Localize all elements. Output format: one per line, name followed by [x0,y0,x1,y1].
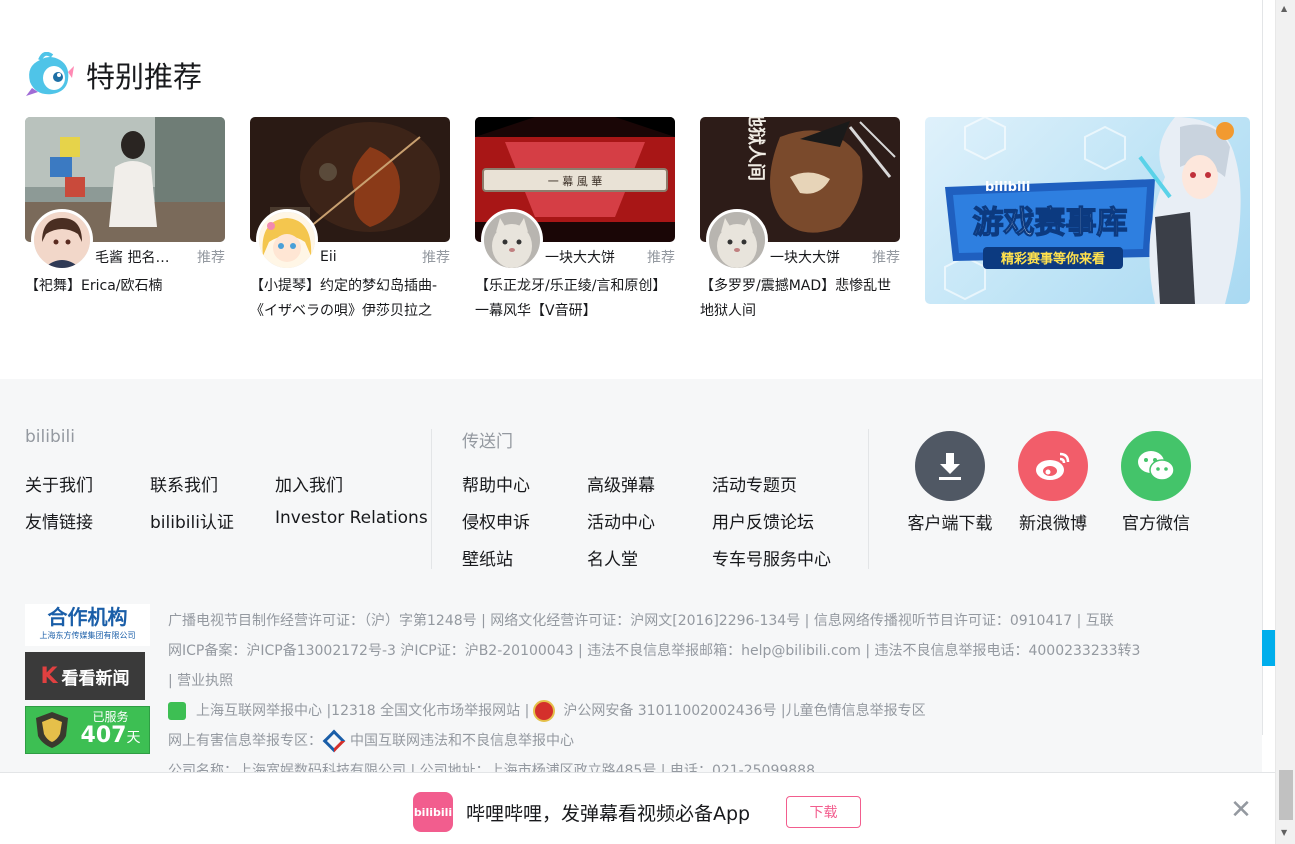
scroll-up-icon[interactable]: ▲ [1281,4,1287,13]
recommend-tag: 推荐 [422,250,450,266]
recommend-card-list: 毛酱 把名… 推荐 【祀舞】Erica/欧石楠 Eii 推荐 【小提琴】约定的梦… [25,117,1250,324]
side-panel [1262,0,1275,735]
section-header: 特别推荐 [24,50,202,100]
kankan-text: 看看新闻 [61,668,130,689]
footer-link-about[interactable]: 关于我们 [25,471,93,496]
report-links[interactable]: 上海互联网举报中心 |12318 全国文化市场举报网站 | [196,696,529,726]
social-wechat[interactable]: 官方微信 [1111,431,1201,534]
partner-coop-logo[interactable]: 合作机构 上海东方传媒集团有限公司 [25,604,150,646]
footer-col-portal-title: 传送门 [462,432,513,452]
footer-link-contact[interactable]: 联系我们 [150,471,218,496]
police-badge-icon [36,712,68,748]
app-download-text: 哔哩哔哩，发弹幕看视频必备App [466,803,751,825]
uploader-avatar[interactable] [706,209,768,271]
game-events-banner[interactable]: bilibili 游戏赛事库 精彩赛事等你来看 [925,117,1250,304]
video-title[interactable]: 【乐正龙牙/乐正绫/言和原创】一幕风华【V音研】 [475,274,675,324]
shanghai-report-icon [168,702,186,720]
partner-kankan-logo[interactable]: K 看看新闻 [25,652,145,700]
uploader-name[interactable]: 一块大大饼 [545,247,641,267]
business-license-link[interactable]: | 营业执照 [168,666,233,696]
recommend-tag: 推荐 [647,250,675,266]
thumb-plate-text: 一 幕 風 華 [548,174,603,188]
harmful-info-label: 网上有害信息举报专区： [168,733,322,749]
report-center-row: 上海互联网举报中心 |12318 全国文化市场举报网站 | 沪公网安备 3101… [168,696,926,726]
footer-link-feedback-forum[interactable]: 用户反馈论坛 [712,508,814,533]
recommend-tag: 推荐 [197,250,225,266]
wechat-icon[interactable] [1121,431,1191,501]
social-label: 客户端下载 [907,514,993,534]
download-icon[interactable] [915,431,985,501]
uploader-name[interactable]: 毛酱 把名… [95,247,191,267]
social-label: 官方微信 [1122,514,1190,534]
side-float-tab[interactable] [1262,630,1275,666]
footer-link-car-service[interactable]: 专车号服务中心 [712,545,831,570]
section-title: 特别推荐 [86,60,203,94]
kankan-mark-icon: K [40,663,58,689]
video-title[interactable]: 【祀舞】Erica/欧石楠 [25,274,225,324]
footer-link-help[interactable]: 帮助中心 [462,471,530,496]
scroll-down-icon[interactable]: ▼ [1281,828,1287,837]
scrollbar-thumb[interactable] [1279,770,1293,820]
footer-link-infringement[interactable]: 侵权申诉 [462,508,530,533]
footer-divider [868,429,869,569]
banner-brand: bilibili [985,180,1030,195]
harmful-info-row: 网上有害信息举报专区： 中国互联网违法和不良信息举报中心 [168,726,574,756]
served-unit: 天 [126,730,141,746]
social-weibo[interactable]: 新浪微博 [1008,431,1098,534]
served-label: 已服务 [92,710,129,724]
license-line: 广播电视节目制作经营许可证：（沪）字第1248号 | 网络文化经营许可证：沪网文… [168,613,1114,629]
social-label: 新浪微博 [1019,514,1087,534]
page: 特别推荐 毛酱 把名… 推荐 【祀舞】Erica/欧石楠 Eii 推荐 【小提琴… [0,0,1295,844]
china-report-icon [322,729,346,753]
uploader-name[interactable]: Eii [320,249,416,265]
video-card[interactable]: Eii 推荐 【小提琴】约定的梦幻岛插曲-《イザベラの唄》伊莎贝拉之 [250,117,450,324]
license-line: 网ICP备案：沪ICP备13002172号-3 沪ICP证：沪B2-201000… [168,643,1141,659]
footer-link-events-page[interactable]: 活动专题页 [712,471,797,496]
video-card[interactable]: 毛酱 把名… 推荐 【祀舞】Erica/欧石楠 [25,117,225,324]
footer-link-investor[interactable]: Investor Relations [275,508,428,528]
video-card[interactable]: 一 幕 風 華 一块大大饼 推荐 【乐正龙牙/乐正绫/言和原创】一幕风华【V音研… [475,117,675,324]
footer-link-hall-of-fame[interactable]: 名人堂 [587,545,638,570]
video-title[interactable]: 【小提琴】约定的梦幻岛插曲-《イザベラの唄》伊莎贝拉之 [250,274,450,324]
app-download-bar: bilibili 哔哩哔哩，发弹幕看视频必备App 下载 ✕ [0,772,1275,844]
social-client-download[interactable]: 客户端下载 [905,431,995,534]
mascot-icon [24,51,74,98]
scrollbar[interactable]: ▲ ▼ [1275,0,1295,844]
thumb-calligraphy-text: 地狱人间 [745,117,767,181]
footer-link-certify[interactable]: bilibili认证 [150,508,234,533]
china-report-link[interactable]: 中国互联网违法和不良信息举报中心 [350,726,574,756]
served-days: 407 [80,723,127,748]
video-card[interactable]: 地狱人间 一块大大饼 推荐 【多罗罗/震撼MAD】悲惨乱世 地狱人间 [700,117,900,324]
recommend-tag: 推荐 [872,250,900,266]
close-icon[interactable]: ✕ [1228,797,1254,823]
bilibili-app-logo: bilibili [413,792,453,832]
footer-col-bilibili-title: bilibili [25,427,75,447]
uploader-name[interactable]: 一块大大饼 [770,247,866,267]
footer-link-activity-center[interactable]: 活动中心 [587,508,655,533]
banner-headline: 游戏赛事库 [973,205,1128,241]
police-emblem-icon [533,700,556,722]
footer-link-advanced-danmaku[interactable]: 高级弹幕 [587,471,655,496]
banner-sub: 精彩赛事等你来看 [1001,251,1105,267]
footer-divider [431,429,432,569]
uploader-avatar[interactable] [31,209,93,271]
footer-link-friends[interactable]: 友情链接 [25,508,93,533]
partner-coop-sub: 上海东方传媒集团有限公司 [39,631,136,640]
video-title[interactable]: 【多罗罗/震撼MAD】悲惨乱世 地狱人间 [700,274,900,324]
download-button[interactable]: 下载 [786,796,861,828]
partner-coop-title: 合作机构 [47,605,128,629]
footer-link-join[interactable]: 加入我们 [275,471,343,496]
footer-link-wallpaper[interactable]: 壁纸站 [462,545,513,570]
police-record-link[interactable]: 沪公网安备 31011002002436号 |儿童色情信息举报专区 [563,696,925,726]
uploader-avatar[interactable] [481,209,543,271]
weibo-icon[interactable] [1018,431,1088,501]
served-days-badge: 已服务 407天 [25,706,150,754]
uploader-avatar[interactable] [256,209,318,271]
